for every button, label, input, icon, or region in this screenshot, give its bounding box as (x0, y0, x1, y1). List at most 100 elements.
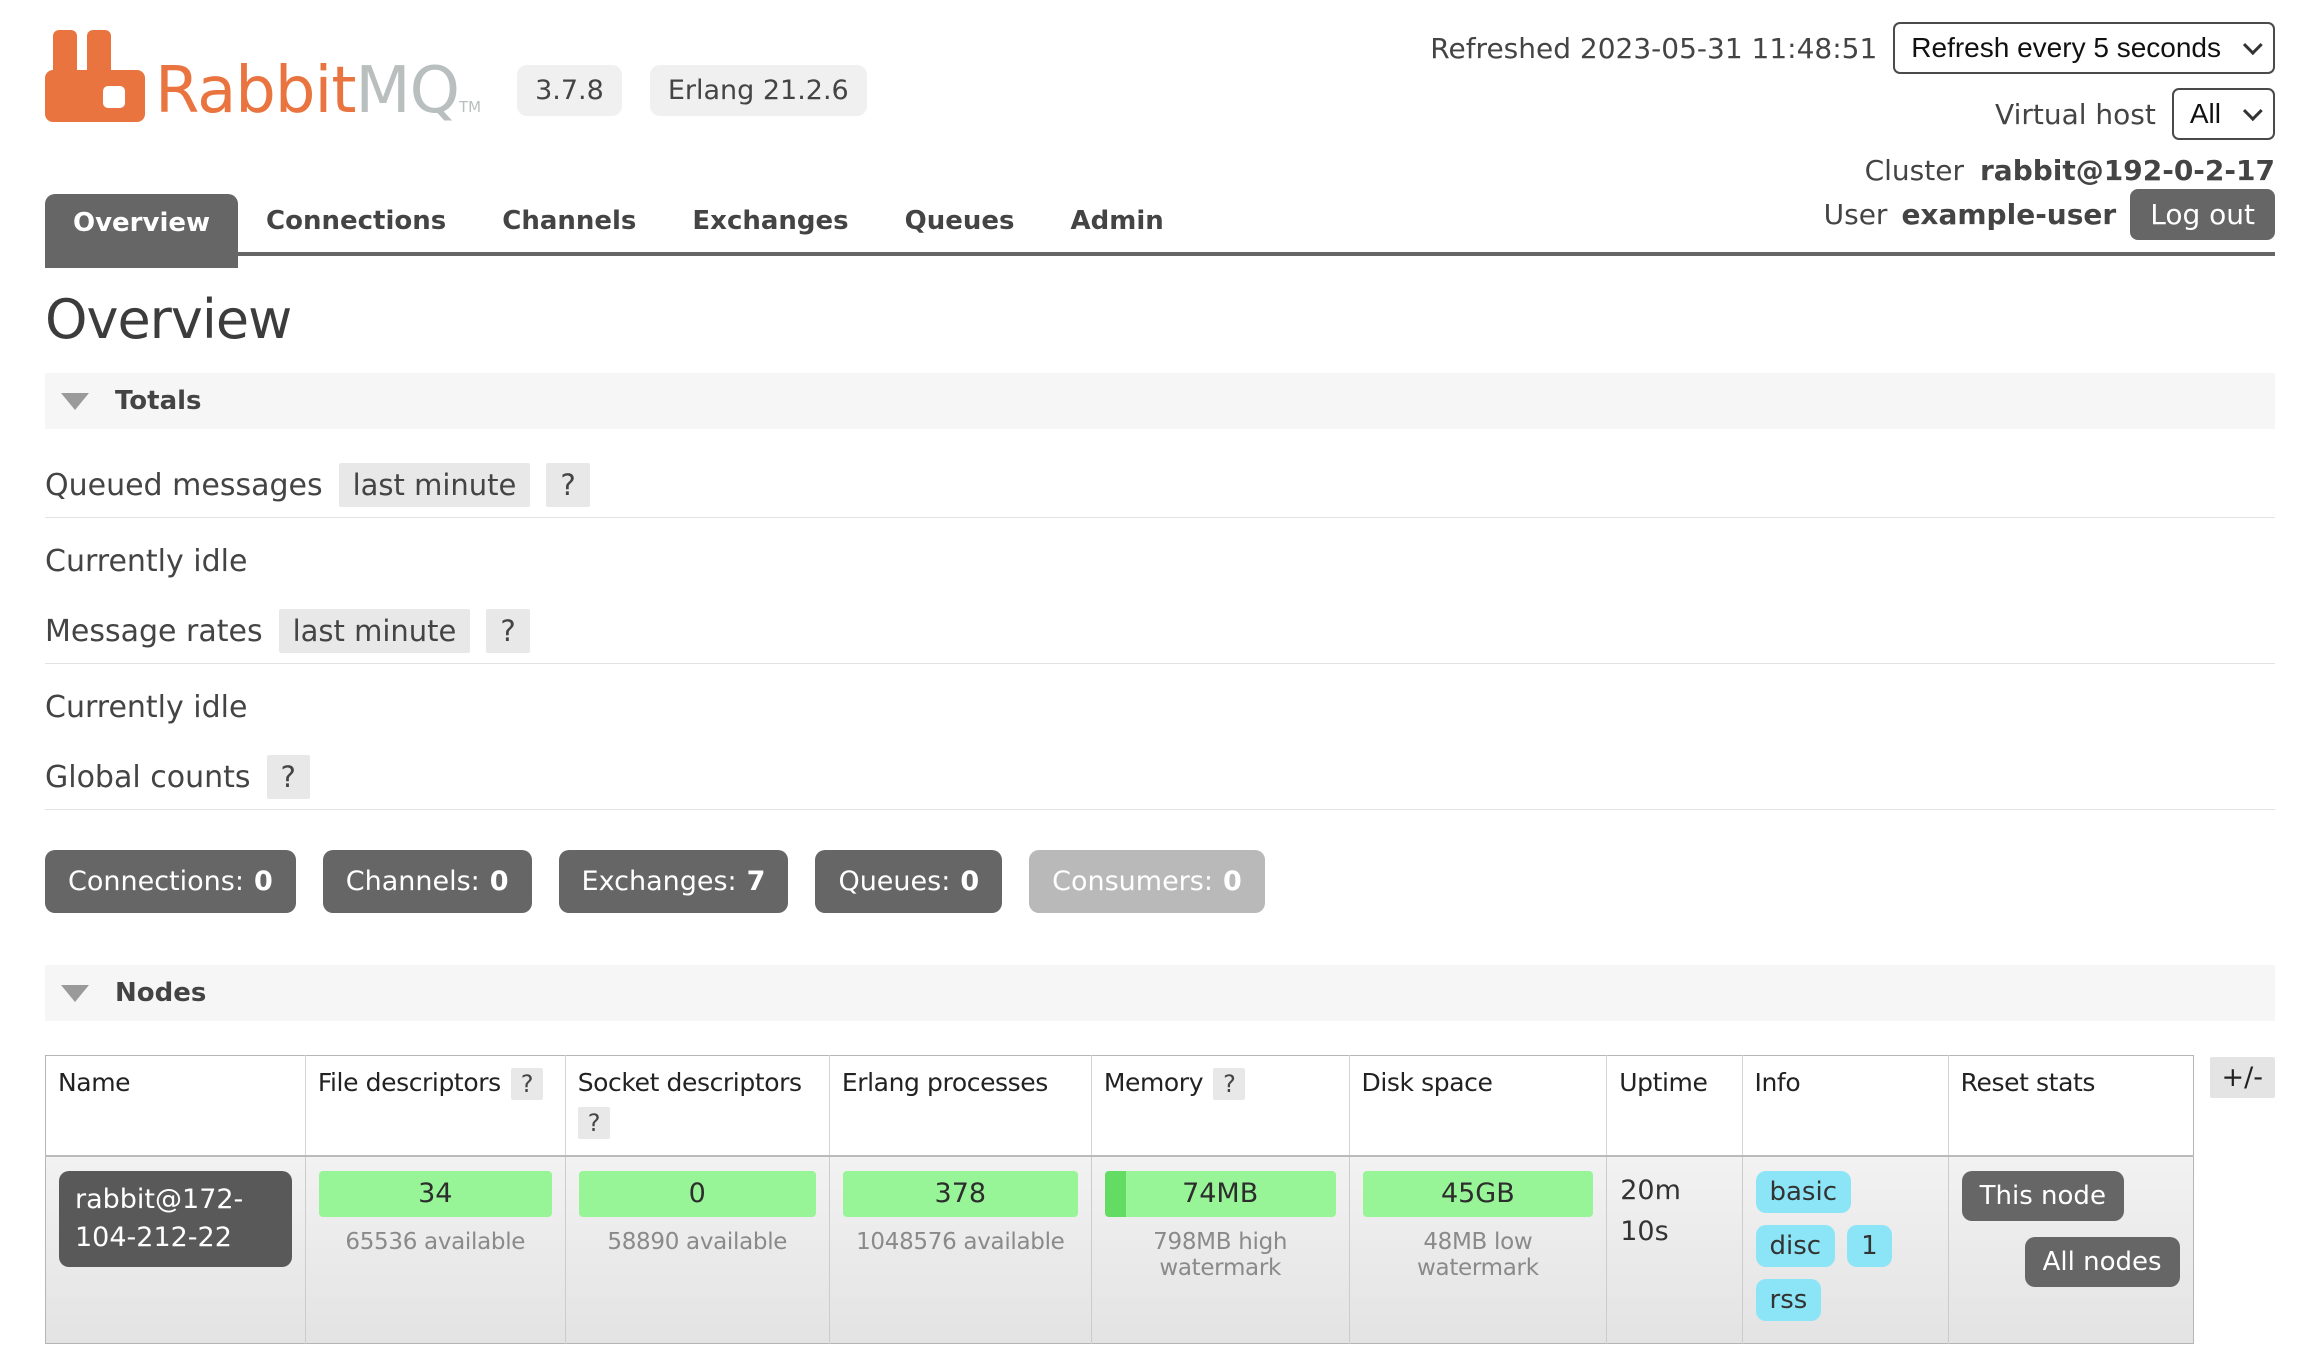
erlang-processes-value: 378 (935, 1178, 987, 1209)
file-descriptors-sub: 65536 available (319, 1229, 552, 1255)
queued-messages-status: Currently idle (45, 544, 2275, 579)
refreshed-timestamp: Refreshed 2023-05-31 11:48:51 (1430, 32, 1877, 65)
reset-stats-cell: This node All nodes (1948, 1156, 2193, 1344)
refresh-interval-select[interactable]: Refresh every 5 seconds (1893, 22, 2275, 74)
uptime-cell: 20m 10s (1607, 1156, 1742, 1344)
disk-space-value: 45GB (1441, 1178, 1515, 1209)
socket-descriptors-header-label: Socket descriptors (578, 1068, 802, 1097)
message-rates-status: Currently idle (45, 690, 2275, 725)
user-label: User (1824, 198, 1888, 231)
socket-descriptors-value: 0 (689, 1178, 706, 1209)
queued-messages-label: Queued messages (45, 468, 323, 503)
erlang-processes-bar: 378 (843, 1171, 1078, 1217)
collapse-triangle-icon (61, 393, 89, 410)
col-header-disk-space: Disk space (1349, 1056, 1607, 1157)
info-badge-basic: basic (1756, 1171, 1852, 1213)
file-descriptors-bar: 34 (319, 1171, 552, 1217)
user-line: User example-user Log out (1824, 189, 2275, 252)
exchanges-count-label: Exchanges: (582, 866, 737, 897)
nodes-table-area: Name File descriptors? Socket descriptor… (45, 1055, 2275, 1344)
consumers-count-value: 0 (1223, 866, 1242, 897)
uptime-value-seconds: 10s (1620, 1212, 1728, 1253)
global-counts-help-badge[interactable]: ? (267, 755, 310, 799)
queued-messages-range-badge[interactable]: last minute (339, 463, 531, 507)
node-name-badge[interactable]: rabbit@172-104-212-22 (59, 1171, 292, 1267)
virtual-host-row: Virtual host All (1995, 88, 2275, 140)
reset-this-node-button[interactable]: This node (1962, 1171, 2124, 1221)
uptime-value-minutes: 20m (1620, 1171, 1728, 1212)
page-title: Overview (45, 288, 2275, 351)
info-badge-disc: disc (1756, 1225, 1836, 1267)
reset-all-nodes-button[interactable]: All nodes (2025, 1237, 2180, 1287)
global-counts-label: Global counts (45, 760, 251, 795)
node-name-cell: rabbit@172-104-212-22 (46, 1156, 306, 1344)
socket-descriptors-cell: 0 58890 available (565, 1156, 829, 1344)
info-cell: basic disc 1 rss (1742, 1156, 1948, 1344)
message-rates-row: Message rates last minute ? (45, 609, 2275, 664)
col-header-reset-stats: Reset stats (1948, 1056, 2193, 1157)
erlang-processes-cell: 378 1048576 available (829, 1156, 1091, 1344)
nodes-section-header[interactable]: Nodes (45, 965, 2275, 1021)
virtual-host-value: All (2190, 98, 2221, 130)
tab-connections[interactable]: Connections (238, 192, 474, 252)
tab-admin[interactable]: Admin (1043, 192, 1192, 252)
version-badges: 3.7.8 Erlang 21.2.6 (517, 65, 867, 122)
file-descriptors-header-label: File descriptors (318, 1068, 501, 1097)
refresh-interval-value: Refresh every 5 seconds (1911, 32, 2221, 64)
cluster-label: Cluster (1865, 154, 1964, 187)
brand-area: RabbitMQTM 3.7.8 Erlang 21.2.6 (45, 22, 867, 122)
col-header-erlang-processes: Erlang processes (829, 1056, 1091, 1157)
queued-messages-row: Queued messages last minute ? (45, 463, 2275, 518)
nodes-section-label: Nodes (115, 978, 206, 1008)
connections-count-value: 0 (254, 866, 273, 897)
columns-plus-minus-badge[interactable]: +/- (2210, 1057, 2275, 1098)
tab-overview[interactable]: Overview (45, 194, 238, 268)
memory-value: 74MB (1182, 1178, 1258, 1209)
queues-count-value: 0 (960, 866, 979, 897)
col-header-file-descriptors: File descriptors? (305, 1056, 565, 1157)
totals-section-header[interactable]: Totals (45, 373, 2275, 429)
info-badges: basic disc 1 rss (1756, 1171, 1926, 1321)
tab-exchanges[interactable]: Exchanges (664, 192, 876, 252)
connections-count-button[interactable]: Connections: 0 (45, 850, 296, 913)
exchanges-count-value: 7 (747, 866, 766, 897)
rabbit-icon (45, 30, 145, 122)
virtual-host-label: Virtual host (1995, 98, 2156, 131)
socket-descriptors-help-badge[interactable]: ? (578, 1107, 610, 1139)
file-descriptors-value: 34 (418, 1178, 452, 1209)
memory-cell: 74MB 798MB high watermark (1091, 1156, 1349, 1344)
totals-section-label: Totals (115, 386, 202, 416)
col-header-name: Name (46, 1056, 306, 1157)
rabbitmq-version-badge: 3.7.8 (517, 65, 622, 116)
message-rates-help-badge[interactable]: ? (486, 609, 529, 653)
tab-queues[interactable]: Queues (877, 192, 1043, 252)
message-rates-range-badge[interactable]: last minute (279, 609, 471, 653)
channels-count-value: 0 (490, 866, 509, 897)
channels-count-button[interactable]: Channels: 0 (323, 850, 532, 913)
page-root: RabbitMQTM 3.7.8 Erlang 21.2.6 Refreshed… (0, 0, 2320, 1372)
consumers-count-button[interactable]: Consumers: 0 (1029, 850, 1265, 913)
logout-button[interactable]: Log out (2130, 189, 2275, 240)
user-name: example-user (1901, 198, 2116, 231)
virtual-host-select[interactable]: All (2172, 88, 2275, 140)
rabbitmq-logo: RabbitMQTM (45, 30, 481, 122)
brand-mq-text: MQ (355, 54, 459, 128)
col-header-uptime: Uptime (1607, 1056, 1742, 1157)
tab-channels[interactable]: Channels (474, 192, 664, 252)
disk-space-sub: 48MB low watermark (1363, 1229, 1594, 1281)
cluster-row: Cluster rabbit@192-0-2-17 (1865, 154, 2275, 187)
queues-count-button[interactable]: Queues: 0 (815, 850, 1002, 913)
header-meta: Refreshed 2023-05-31 11:48:51 Refresh ev… (1430, 22, 2275, 187)
exchanges-count-button[interactable]: Exchanges: 7 (559, 850, 789, 913)
erlang-version-badge: Erlang 21.2.6 (650, 65, 867, 116)
memory-help-badge[interactable]: ? (1213, 1068, 1245, 1100)
message-rates-label: Message rates (45, 614, 263, 649)
main-nav: Overview Connections Channels Exchanges … (45, 189, 2275, 256)
socket-descriptors-sub: 58890 available (579, 1229, 816, 1255)
file-descriptors-help-badge[interactable]: ? (511, 1068, 543, 1100)
info-badge-1: 1 (1847, 1225, 1892, 1267)
brand-wordmark: RabbitMQTM (155, 61, 481, 122)
erlang-processes-sub: 1048576 available (843, 1229, 1078, 1255)
queued-messages-help-badge[interactable]: ? (546, 463, 589, 507)
socket-descriptors-bar: 0 (579, 1171, 816, 1217)
